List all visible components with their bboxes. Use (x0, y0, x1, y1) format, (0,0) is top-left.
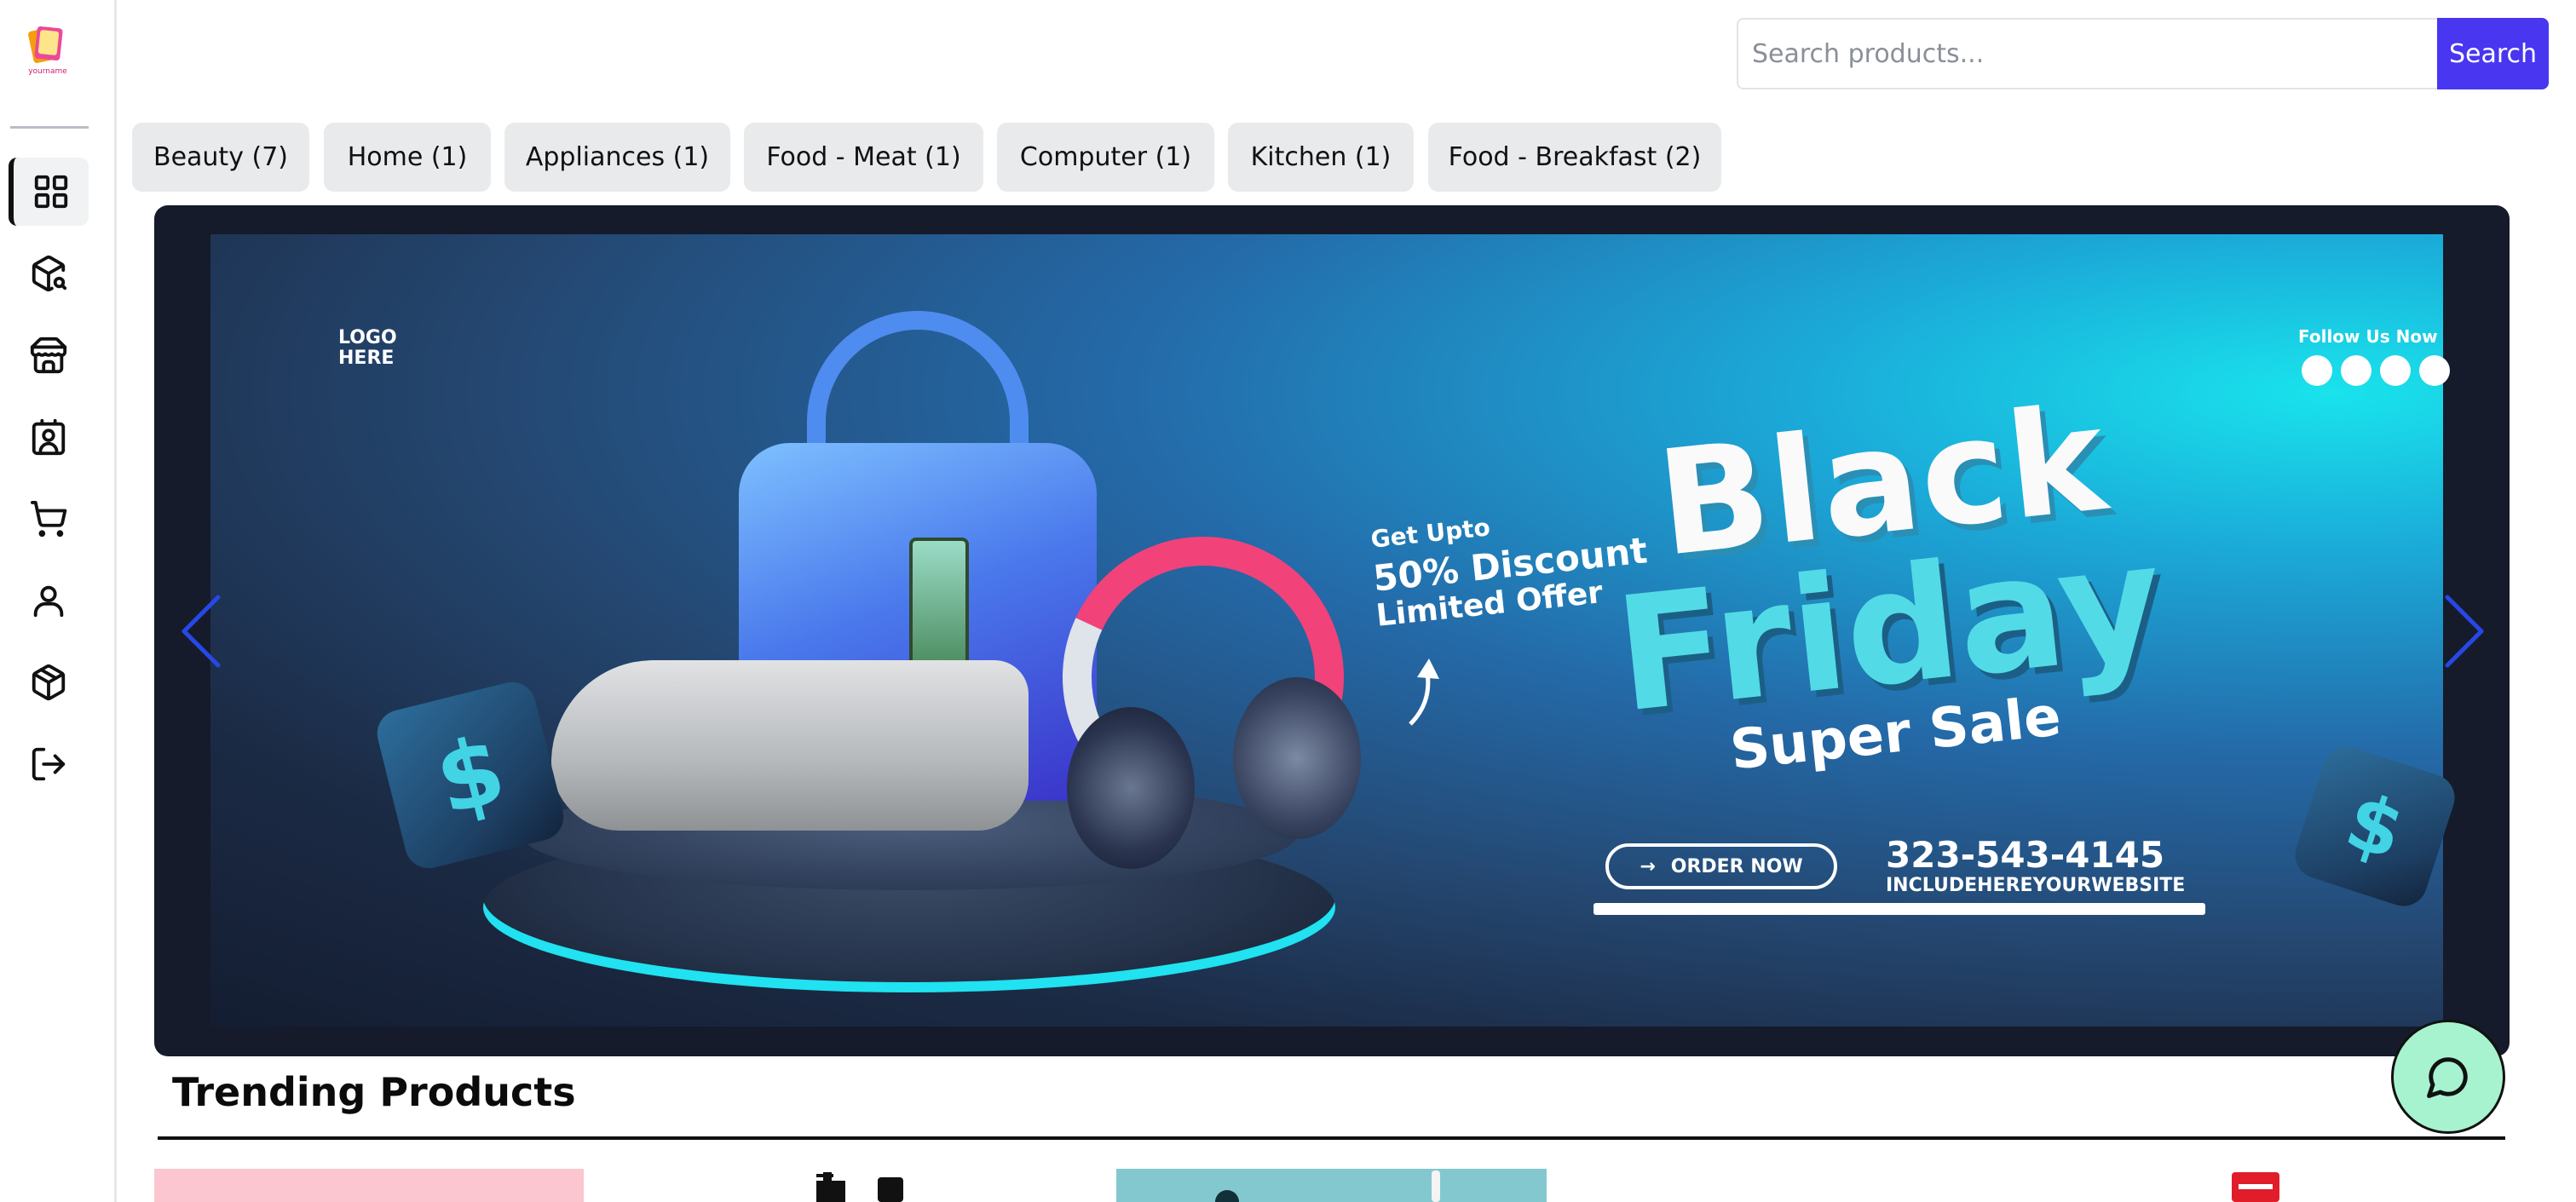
app-root: yourname Search products... Search Beaut… (0, 0, 2576, 1202)
category-chip[interactable]: Beauty (7) (132, 123, 309, 192)
sidebar-divider (10, 126, 89, 129)
product-card-image[interactable] (1116, 1169, 1547, 1202)
banner-carousel: LOGO HERE Follow Us Now $ $ Get Upto 50% … (154, 205, 2510, 1056)
sidebar-item-contacts[interactable] (9, 403, 89, 471)
chat-bubble-icon (2427, 1057, 2468, 1098)
banner-slide[interactable]: LOGO HERE Follow Us Now $ $ Get Upto 50% … (210, 234, 2461, 1027)
banner-phone: 323-543-4145 (1886, 834, 2165, 876)
category-chip[interactable]: Computer (1) (997, 123, 1214, 192)
sidebar-item-orders[interactable] (9, 648, 89, 716)
package-search-icon (32, 255, 67, 292)
category-chip[interactable]: Food - Breakfast (2) (1428, 123, 1721, 192)
trending-title: Trending Products (172, 1069, 576, 1115)
sneaker-image (551, 660, 1029, 831)
order-now-label: ORDER NOW (1670, 855, 1803, 877)
curved-arrow-icon (1409, 659, 1439, 726)
product-card-image[interactable] (811, 1169, 948, 1202)
arrow-right-icon: → (1640, 855, 1656, 877)
grid-icon (34, 175, 68, 209)
social-icon (2419, 355, 2450, 386)
logout-icon (32, 747, 66, 781)
banner-follow-text: Follow Us Now (2298, 326, 2438, 347)
brand-logo-text: yourname (28, 67, 67, 76)
box-icon (32, 664, 66, 701)
contact-card-icon (32, 418, 66, 456)
section-divider (158, 1136, 2505, 1140)
search-input[interactable] (1737, 18, 2437, 89)
carousel-prev-button[interactable] (171, 589, 231, 674)
bag-clasp (909, 538, 969, 674)
user-icon (33, 585, 64, 618)
sidebar-item-cart[interactable] (9, 485, 89, 553)
social-icon (2380, 355, 2411, 386)
search-button[interactable]: Search (2437, 18, 2549, 89)
category-chip[interactable]: Kitchen (1) (1228, 123, 1414, 192)
cart-icon (31, 501, 67, 538)
chevron-right-icon (2445, 595, 2484, 668)
sidebar-item-logout[interactable] (9, 730, 89, 798)
banner-underline (1593, 903, 2205, 915)
search-bar: Search (1737, 18, 2549, 89)
headphones-earcup (1233, 677, 1361, 839)
chat-button[interactable] (2391, 1020, 2505, 1134)
carousel-next-button[interactable] (2435, 589, 2494, 674)
banner-website: INCLUDEHEREYOURWEBSITE (1886, 875, 2186, 896)
sidebar-item-store[interactable] (9, 321, 89, 389)
category-chip[interactable]: Home (1) (324, 123, 491, 192)
sidebar-item-dashboard[interactable] (9, 158, 89, 226)
social-icon (2341, 355, 2371, 386)
store-icon (30, 336, 67, 374)
brand-logo[interactable]: yourname (26, 22, 70, 77)
chevron-left-icon (182, 595, 221, 668)
sidebar-item-product-search[interactable] (9, 239, 89, 308)
product-card-image[interactable] (2230, 1169, 2281, 1202)
social-icon (2302, 355, 2332, 386)
sidebar: yourname (0, 0, 117, 1202)
sidebar-item-profile[interactable] (9, 566, 89, 635)
headphones-earcup (1067, 707, 1195, 869)
product-card-image[interactable] (154, 1169, 584, 1202)
category-chip[interactable]: Appliances (1) (504, 123, 730, 192)
order-now-button[interactable]: → ORDER NOW (1605, 843, 1837, 889)
banner-logo-placeholder: LOGO HERE (338, 327, 397, 369)
dollar-dice-image: $ (2289, 740, 2461, 912)
category-chip[interactable]: Food - Meat (1) (744, 123, 983, 192)
